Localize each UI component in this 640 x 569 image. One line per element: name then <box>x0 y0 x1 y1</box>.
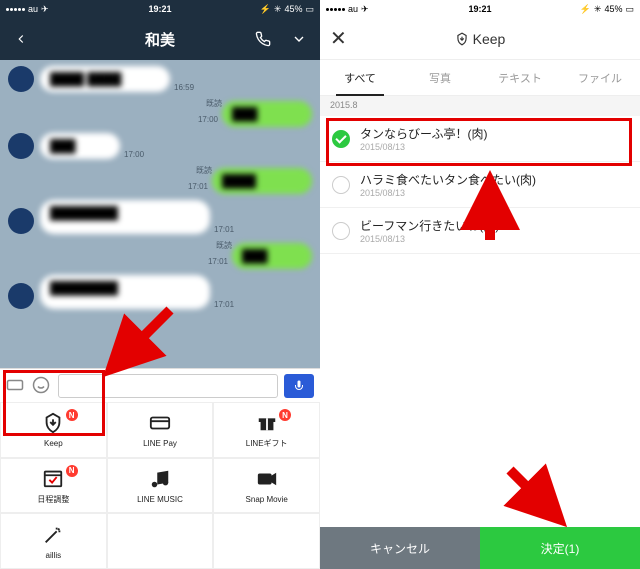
card-icon <box>148 411 172 435</box>
tab-photo[interactable]: 写真 <box>400 60 480 95</box>
grid-linepay[interactable]: LINE Pay <box>107 402 214 458</box>
chat-title: 和美 <box>145 29 175 50</box>
avatar[interactable] <box>8 133 34 159</box>
wand-icon <box>41 523 65 547</box>
grid-aillis[interactable]: aillis <box>0 513 107 569</box>
keep-icon <box>41 411 65 435</box>
cancel-button[interactable]: キャンセル <box>320 527 480 569</box>
chat-navbar: 和美 <box>0 18 320 60</box>
status-bar: au✈ 19:21 ⚡✳45%▭ <box>320 0 640 18</box>
close-icon[interactable]: ✕ <box>330 26 347 51</box>
tab-file[interactable]: ファイル <box>560 60 640 95</box>
emoji-icon[interactable] <box>32 376 52 396</box>
avatar[interactable] <box>8 283 34 309</box>
keep-header: ✕ Keep <box>320 18 640 60</box>
tab-text[interactable]: テキスト <box>480 60 560 95</box>
avatar[interactable] <box>8 208 34 234</box>
carrier: au <box>28 4 38 14</box>
grid-schedule[interactable]: N日程調整 <box>0 458 107 514</box>
video-icon <box>255 467 279 491</box>
left-screen: au✈ 19:21 ⚡✳45%▭ 和美 ████ ████16:59 既読17:… <box>0 0 320 569</box>
status-bar: au✈ 19:21 ⚡✳45%▭ <box>0 0 320 18</box>
keep-item[interactable]: ビーフマン行きたいね(肉)2015/08/13 <box>320 208 640 254</box>
message-input[interactable] <box>58 374 278 398</box>
keep-logo: Keep <box>455 31 506 47</box>
tabs: すべて 写真 テキスト ファイル <box>320 60 640 96</box>
checkbox-icon[interactable] <box>332 176 350 194</box>
grid-snapmovie[interactable]: Snap Movie <box>213 458 320 514</box>
avatar[interactable] <box>8 66 34 92</box>
battery: 45% <box>284 4 302 14</box>
keyboard-icon[interactable] <box>6 376 26 396</box>
call-icon[interactable] <box>252 31 274 47</box>
music-icon <box>148 467 172 491</box>
gift-icon <box>255 410 279 434</box>
grid-gift[interactable]: NLINEギフト <box>213 402 320 458</box>
ok-button[interactable]: 決定(1) <box>480 527 640 569</box>
right-screen: au✈ 19:21 ⚡✳45%▭ ✕ Keep すべて 写真 テキスト ファイル… <box>320 0 640 569</box>
keep-item[interactable]: タンならびーふ亭！(肉)2015/08/13 <box>320 116 640 162</box>
input-bar <box>0 368 320 402</box>
menu-down-icon[interactable] <box>288 31 310 47</box>
mic-button[interactable] <box>284 374 314 398</box>
attachment-grid: NKeep LINE Pay NLINEギフト N日程調整 LINE MUSIC… <box>0 402 320 569</box>
checkbox-icon[interactable] <box>332 130 350 148</box>
checkbox-icon[interactable] <box>332 222 350 240</box>
grid-music[interactable]: LINE MUSIC <box>107 458 214 514</box>
calendar-icon <box>41 466 65 490</box>
chat-body: ████ ████16:59 既読17:00███ ███17:00 既読17:… <box>0 60 320 368</box>
tab-all[interactable]: すべて <box>320 60 400 95</box>
footer-buttons: キャンセル 決定(1) <box>320 527 640 569</box>
keep-item[interactable]: ハラミ食べたいタン食べたい(肉)2015/08/13 <box>320 162 640 208</box>
clock: 19:21 <box>148 4 171 14</box>
back-button[interactable] <box>10 32 32 46</box>
section-header: 2015.8 <box>320 96 640 116</box>
grid-keep[interactable]: NKeep <box>0 402 107 458</box>
